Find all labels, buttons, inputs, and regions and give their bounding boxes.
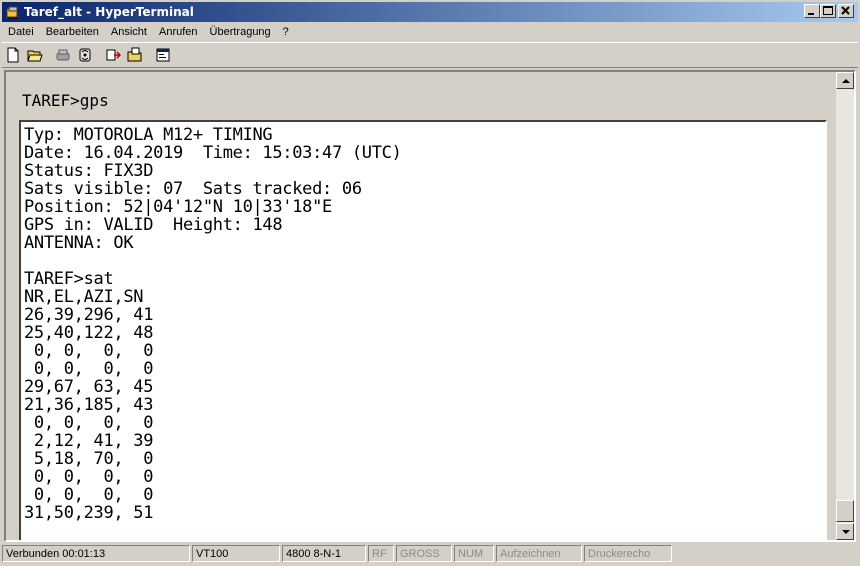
terminal-line: Typ: MOTOROLA M12+ TIMING <box>24 125 273 145</box>
scroll-up-button[interactable] <box>836 72 854 89</box>
menu-bar: Datei Bearbeiten Ansicht Anrufen Übertra… <box>2 23 295 41</box>
hyperterminal-icon <box>6 5 20 19</box>
terminal-line: 2,12, 41, 39 <box>24 431 154 451</box>
status-bar: Verbunden 00:01:13 VT100 4800 8-N-1 RF G… <box>2 543 858 563</box>
terminal-line: Status: FIX3D <box>24 161 154 181</box>
close-button[interactable] <box>838 4 854 18</box>
terminal-line: ANTENNA: OK <box>24 233 134 253</box>
terminal-line: NR,EL,AZI,SN <box>24 287 144 307</box>
minimize-icon <box>808 13 814 15</box>
menu-uebertragung[interactable]: Übertragung <box>204 23 277 40</box>
vertical-scrollbar[interactable] <box>836 72 854 540</box>
send-icon <box>106 49 121 61</box>
open-icon <box>27 50 43 62</box>
maximize-button[interactable] <box>820 4 836 18</box>
maximize-icon <box>823 6 833 15</box>
menu-help[interactable]: ? <box>277 23 295 40</box>
terminal-line: GPS in: VALID Height: 148 <box>24 215 283 235</box>
dial-button[interactable] <box>74 45 96 66</box>
status-port-settings: 4800 8-N-1 <box>282 544 366 562</box>
new-connection-icon <box>7 47 19 63</box>
scroll-thumb[interactable] <box>836 500 854 522</box>
status-print-echo: Druckerecho <box>584 544 672 562</box>
terminal-line: 29,67, 63, 45 <box>24 377 154 397</box>
receive-icon <box>127 47 142 62</box>
terminal-line: Sats visible: 07 Sats tracked: 06 <box>24 179 362 199</box>
toolbar <box>2 42 858 68</box>
open-button[interactable] <box>24 45 46 66</box>
terminal-line: 0, 0, 0, 0 <box>24 485 154 505</box>
terminal-line: 0, 0, 0, 0 <box>24 467 154 487</box>
minimize-button[interactable] <box>804 4 820 18</box>
terminal-line: 25,40,122, 48 <box>24 323 154 343</box>
status-capture: Aufzeichnen <box>496 544 582 562</box>
new-connection-button[interactable] <box>2 45 24 66</box>
terminal-screen[interactable]: Typ: MOTOROLA M12+ TIMING Date: 16.04.201… <box>19 120 827 540</box>
title-bar[interactable]: Taref_alt - HyperTerminal <box>2 2 858 22</box>
window-title: Taref_alt - HyperTerminal <box>24 5 194 19</box>
hyperterminal-window: Taref_alt - HyperTerminal Datei Bearbeit… <box>0 0 860 566</box>
status-connected: Verbunden 00:01:13 <box>2 544 190 562</box>
disconnect-button[interactable] <box>52 45 74 66</box>
terminal-client-area: TAREF>gps Typ: MOTOROLA M12+ TIMING Date:… <box>4 70 856 542</box>
status-caps: GROSS <box>396 544 452 562</box>
terminal-output: Typ: MOTOROLA M12+ TIMING Date: 16.04.201… <box>24 126 402 522</box>
status-rf: RF <box>368 544 394 562</box>
properties-button[interactable] <box>152 45 174 66</box>
properties-icon <box>156 48 170 62</box>
terminal-line: 0, 0, 0, 0 <box>24 359 154 379</box>
status-emulation: VT100 <box>192 544 280 562</box>
arrow-down-icon <box>842 530 850 534</box>
terminal-scroll-region[interactable]: TAREF>gps Typ: MOTOROLA M12+ TIMING Date:… <box>6 72 836 540</box>
terminal-line: 0, 0, 0, 0 <box>24 413 154 433</box>
terminal-line: 21,36,185, 43 <box>24 395 154 415</box>
scroll-down-button[interactable] <box>836 523 854 540</box>
terminal-line: 26,39,296, 41 <box>24 305 154 325</box>
terminal-line: 31,50,239, 51 <box>24 503 154 523</box>
menu-anrufen[interactable]: Anrufen <box>153 23 204 40</box>
close-icon <box>841 6 850 15</box>
arrow-up-icon <box>842 79 850 83</box>
terminal-line: Position: 52|04'12"N 10|33'18"E <box>24 197 332 217</box>
status-num: NUM <box>454 544 494 562</box>
menu-bearbeiten[interactable]: Bearbeiten <box>40 23 105 40</box>
terminal-line: 0, 0, 0, 0 <box>24 341 154 361</box>
terminal-line: Date: 16.04.2019 Time: 15:03:47 (UTC) <box>24 143 402 163</box>
send-button[interactable] <box>102 45 124 66</box>
menu-datei[interactable]: Datei <box>2 23 40 40</box>
receive-button[interactable] <box>124 45 146 66</box>
terminal-previous-line: TAREF>gps <box>22 91 109 110</box>
dial-icon <box>79 48 91 62</box>
menu-ansicht[interactable]: Ansicht <box>105 23 153 40</box>
terminal-line: TAREF>sat <box>24 269 114 289</box>
terminal-line: 5,18, 70, 0 <box>24 449 154 469</box>
disconnect-icon <box>56 49 70 61</box>
